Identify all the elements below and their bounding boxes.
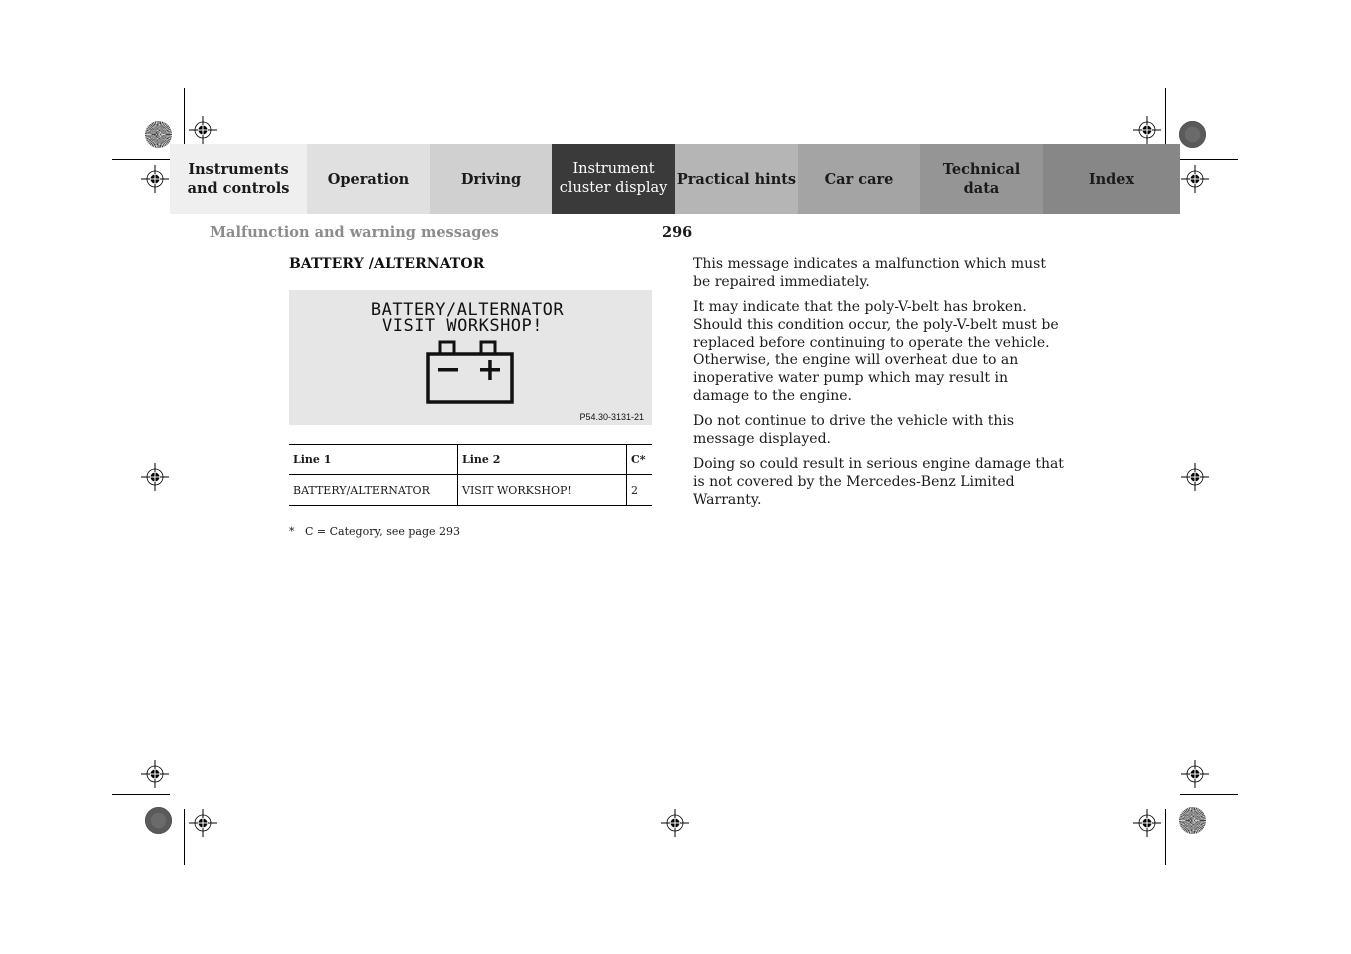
- tab-driving[interactable]: Driving: [430, 144, 552, 214]
- paragraph: Doing so could result in serious engine …: [693, 456, 1064, 509]
- message-table: Line 1 Line 2 C* BATTERY/ALTERNATOR VISI…: [289, 444, 652, 506]
- cell-line-2: VISIT WORKSHOP!: [457, 474, 627, 506]
- tab-operation[interactable]: Operation: [307, 144, 430, 214]
- tab-label: Index: [1088, 170, 1135, 188]
- tab-technical-data[interactable]: Technical data: [920, 144, 1043, 214]
- footnote: * C = Category, see page 293: [289, 525, 460, 538]
- paragraph: This message indicates a malfunction whi…: [693, 256, 1046, 290]
- display-line-2: VISIT WORKSHOP!: [381, 316, 544, 336]
- color-rosette-icon: [145, 121, 172, 148]
- tab-label: Practical hints: [676, 170, 797, 188]
- crosshair-target-icon: [189, 809, 217, 837]
- instrument-display-illustration: BATTERY/ALTERNATOR VISIT WORKSHOP! P54.3…: [289, 290, 652, 425]
- tab-instrument-cluster-display[interactable]: Instrument cluster display: [552, 144, 675, 214]
- table-header-row: Line 1 Line 2 C*: [289, 444, 652, 475]
- section-title: Malfunction and warning messages: [210, 224, 499, 241]
- crosshair-target-icon: [1133, 116, 1161, 144]
- tab-label: Car care: [824, 170, 894, 188]
- crosshair-target-icon: [1181, 165, 1209, 193]
- table-row: BATTERY/ALTERNATOR VISIT WORKSHOP! 2: [289, 474, 652, 506]
- cell-line-1: BATTERY/ALTERNATOR: [293, 483, 430, 497]
- tab-label: Instruments and controls: [187, 161, 290, 197]
- crop-line: [1180, 159, 1238, 160]
- message-heading: BATTERY /ALTERNATOR: [289, 256, 485, 272]
- footnote-text: C = Category, see page 293: [305, 525, 461, 538]
- crop-line: [1165, 809, 1166, 865]
- column-header-line-1: Line 1: [293, 453, 332, 466]
- crosshair-target-icon: [141, 463, 169, 491]
- crosshair-target-icon: [189, 116, 217, 144]
- crosshair-target-icon: [661, 809, 689, 837]
- column-header-line-2: Line 2: [457, 444, 627, 475]
- footnote-marker: *: [289, 525, 295, 538]
- color-rosette-icon: [145, 807, 172, 834]
- tab-label: Instrument cluster display: [559, 161, 668, 196]
- paragraph: It may indicate that the poly-V-belt has…: [693, 299, 1059, 405]
- tab-label: Technical data: [942, 161, 1021, 197]
- crop-line: [112, 159, 172, 160]
- color-rosette-icon: [1179, 121, 1206, 148]
- tab-practical-hints[interactable]: Practical hints: [675, 144, 798, 214]
- crop-line: [1180, 794, 1238, 795]
- tab-label: Operation: [327, 170, 410, 188]
- crop-line: [112, 794, 170, 795]
- crosshair-target-icon: [141, 760, 169, 788]
- description-text: This message indicates a malfunction whi…: [693, 256, 1065, 517]
- paragraph: Do not continue to drive the vehicle wit…: [693, 413, 1015, 448]
- tab-car-care[interactable]: Car care: [798, 144, 920, 214]
- color-rosette-icon: [1179, 807, 1206, 834]
- tab-index[interactable]: Index: [1043, 144, 1180, 214]
- crosshair-target-icon: [1181, 463, 1209, 491]
- cell-category: 2: [626, 474, 652, 506]
- figure-code: P54.30-3131-21: [579, 412, 644, 422]
- page-number: 296: [662, 224, 693, 241]
- crop-line: [184, 809, 185, 865]
- crosshair-target-icon: [1181, 760, 1209, 788]
- chapter-tab-bar: Instruments and controls Operation Drivin…: [170, 144, 1180, 214]
- battery-icon: [426, 340, 514, 404]
- tab-label: Driving: [460, 170, 522, 188]
- crosshair-target-icon: [1133, 809, 1161, 837]
- column-header-category: C*: [626, 444, 652, 475]
- crosshair-target-icon: [141, 165, 169, 193]
- tab-instruments-and-controls[interactable]: Instruments and controls: [170, 144, 307, 214]
